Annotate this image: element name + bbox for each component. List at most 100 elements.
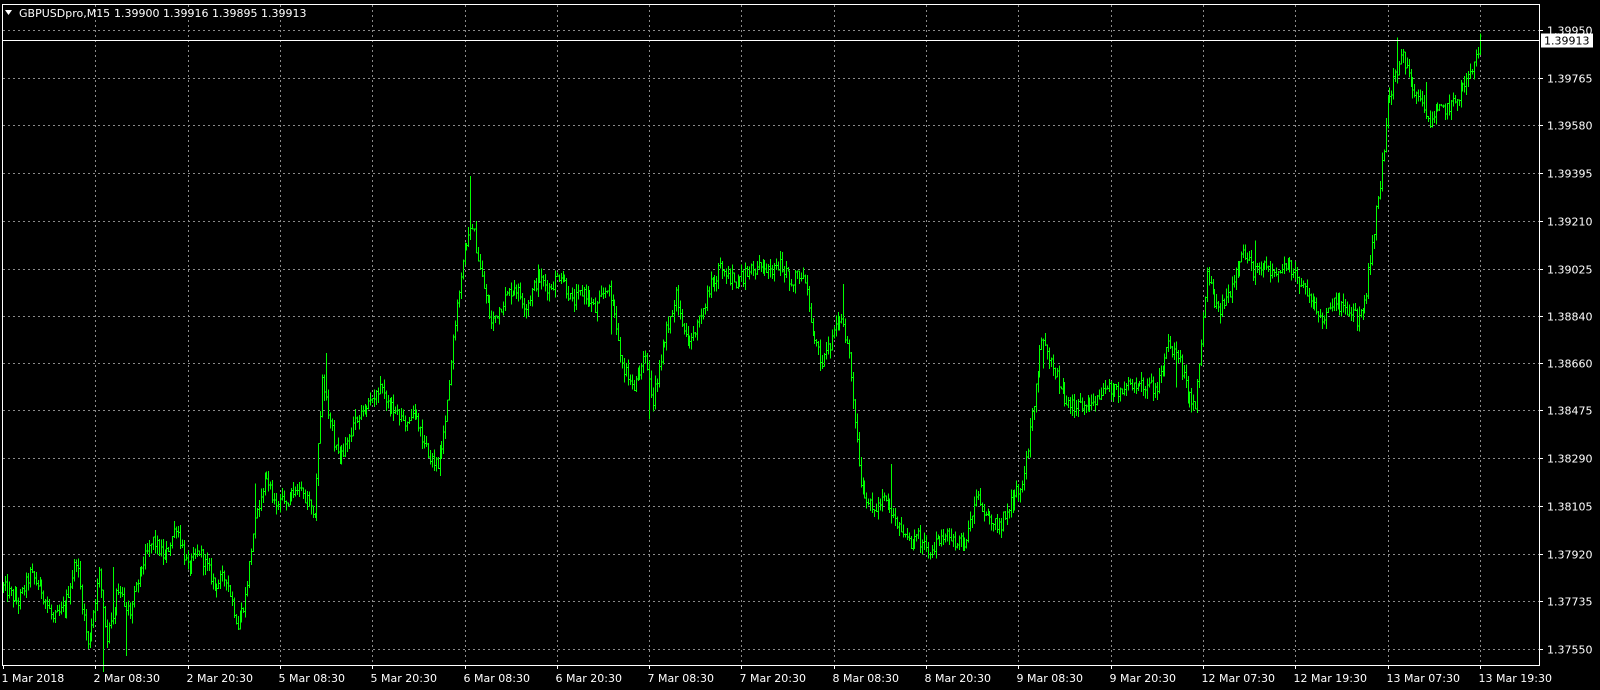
ohlc-bar: [677, 284, 680, 316]
ohlc-bar: [181, 539, 184, 549]
ohlc-bar: [1210, 276, 1213, 284]
y-tick-label: 1.39395: [1547, 168, 1593, 181]
x-tick-label: 6 Mar 20:30: [556, 672, 622, 685]
ohlc-bar: [1158, 367, 1161, 394]
dropdown-triangle-icon[interactable]: [5, 10, 12, 15]
ohlc-bar: [1254, 240, 1257, 285]
ohlc-bar: [27, 573, 30, 591]
y-tick-label: 1.37550: [1547, 644, 1593, 657]
ohlc-bar: [523, 298, 526, 318]
ohlc-bar: [112, 566, 115, 625]
ohlc-bar: [904, 533, 907, 538]
ohlc-bar: [137, 579, 140, 593]
ohlc-bar: [931, 544, 934, 559]
ohlc-bar: [1069, 396, 1072, 415]
ohlc-bar: [1477, 46, 1480, 59]
ohlc-bar: [571, 287, 574, 302]
chart-header: GBPUSDpro,M15 1.39900 1.39916 1.39895 1.…: [5, 7, 306, 20]
ohlc-bar: [1075, 399, 1078, 417]
y-tick-label: 1.38475: [1547, 405, 1593, 418]
ohlc-bar: [510, 282, 513, 305]
ohlc-bar: [275, 492, 278, 515]
ohlc-bar: [877, 497, 880, 520]
ohlc-bar: [12, 588, 15, 608]
ohlc-bar: [498, 307, 501, 325]
price-chart[interactable]: 1.399501.397651.395801.393951.392101.390…: [0, 0, 1600, 690]
ohlc-bar: [287, 502, 290, 507]
ohlc-bar: [658, 360, 661, 388]
ohlc-bar: [312, 505, 315, 518]
y-tick-label: 1.37735: [1547, 596, 1593, 609]
ohlc-bar: [540, 268, 543, 290]
ohlc-bar: [1444, 103, 1447, 121]
ohlc-bar: [1425, 82, 1428, 119]
ohlc-bar: [1479, 33, 1482, 55]
ohlc-bar: [42, 590, 45, 605]
ohlc-bar: [696, 319, 699, 341]
ohlc-bar: [815, 338, 818, 347]
ohlc-bar: [17, 597, 20, 614]
ohlc-bar: [1419, 89, 1422, 102]
ohlc-bar: [1310, 293, 1313, 308]
ohlc-bar: [1240, 251, 1243, 263]
chart-grid: [3, 5, 1539, 665]
ohlc-bar: [419, 426, 422, 437]
ohlc-bar: [623, 358, 626, 383]
ohlc-bar: [173, 520, 176, 539]
ohlc-bar: [790, 278, 793, 287]
ohlc-bar: [798, 270, 801, 285]
ohlc-bar: [298, 482, 301, 497]
ohlc-bar: [846, 336, 849, 345]
ohlc-bar: [1065, 395, 1068, 406]
ohlc-bar: [867, 498, 870, 506]
ohlc-bar: [1471, 69, 1474, 75]
ohlc-bar: [227, 575, 230, 593]
ohlc-bar: [1133, 382, 1136, 393]
ohlc-bar: [421, 419, 424, 449]
ohlc-bar: [1283, 256, 1286, 275]
ohlc-bar: [262, 488, 265, 504]
ohlc-bar: [1385, 117, 1388, 153]
ohlc-bar: [544, 273, 547, 292]
ohlc-bar: [306, 490, 309, 511]
ohlc-bar: [881, 488, 884, 512]
ohlc-bar: [1244, 244, 1247, 260]
y-tick-label: 1.38290: [1547, 453, 1593, 466]
ohlc-bar: [285, 500, 288, 511]
ohlc-bar: [1152, 376, 1155, 402]
ohlc-bar: [1035, 383, 1038, 413]
ohlc-bar: [342, 443, 345, 457]
ohlc-bar: [1319, 308, 1322, 318]
ohlc-bar: [179, 525, 182, 550]
ohlc-bar: [923, 532, 926, 550]
ohlc-bar: [717, 263, 720, 290]
ohlc-bar: [1079, 393, 1082, 403]
x-tick-label: 9 Mar 20:30: [1110, 672, 1176, 685]
ohlc-bar: [1383, 149, 1386, 162]
ohlc-bar: [1456, 98, 1459, 111]
ohlc-bar: [1127, 376, 1130, 391]
ohlc-bar: [625, 362, 628, 377]
ohlc-bar: [519, 282, 522, 300]
ohlc-bar: [698, 315, 701, 328]
ohlc-bar: [73, 558, 76, 582]
ohlc-bar: [1281, 264, 1284, 274]
ohlc-bar: [325, 353, 328, 401]
ohlc-bar: [1200, 339, 1203, 366]
ohlc-bar: [669, 315, 672, 334]
ohlc-bar: [123, 587, 126, 607]
ohlc-bar: [788, 270, 791, 291]
ohlc-bar: [642, 350, 645, 374]
ohlc-bar: [150, 543, 153, 554]
ohlc-bar: [1390, 90, 1393, 106]
ohlc-bar: [990, 514, 993, 531]
ohlc-bar: [196, 544, 199, 557]
ohlc-bar: [237, 615, 240, 630]
ohlc-bar: [315, 473, 318, 522]
ohlc-bar: [1125, 383, 1128, 397]
ohlc-bar: [1275, 267, 1278, 277]
ohlc-bar: [1083, 401, 1086, 416]
ohlc-bar: [294, 486, 297, 497]
ohlc-bar: [225, 579, 228, 591]
ohlc-bar: [1242, 244, 1245, 258]
